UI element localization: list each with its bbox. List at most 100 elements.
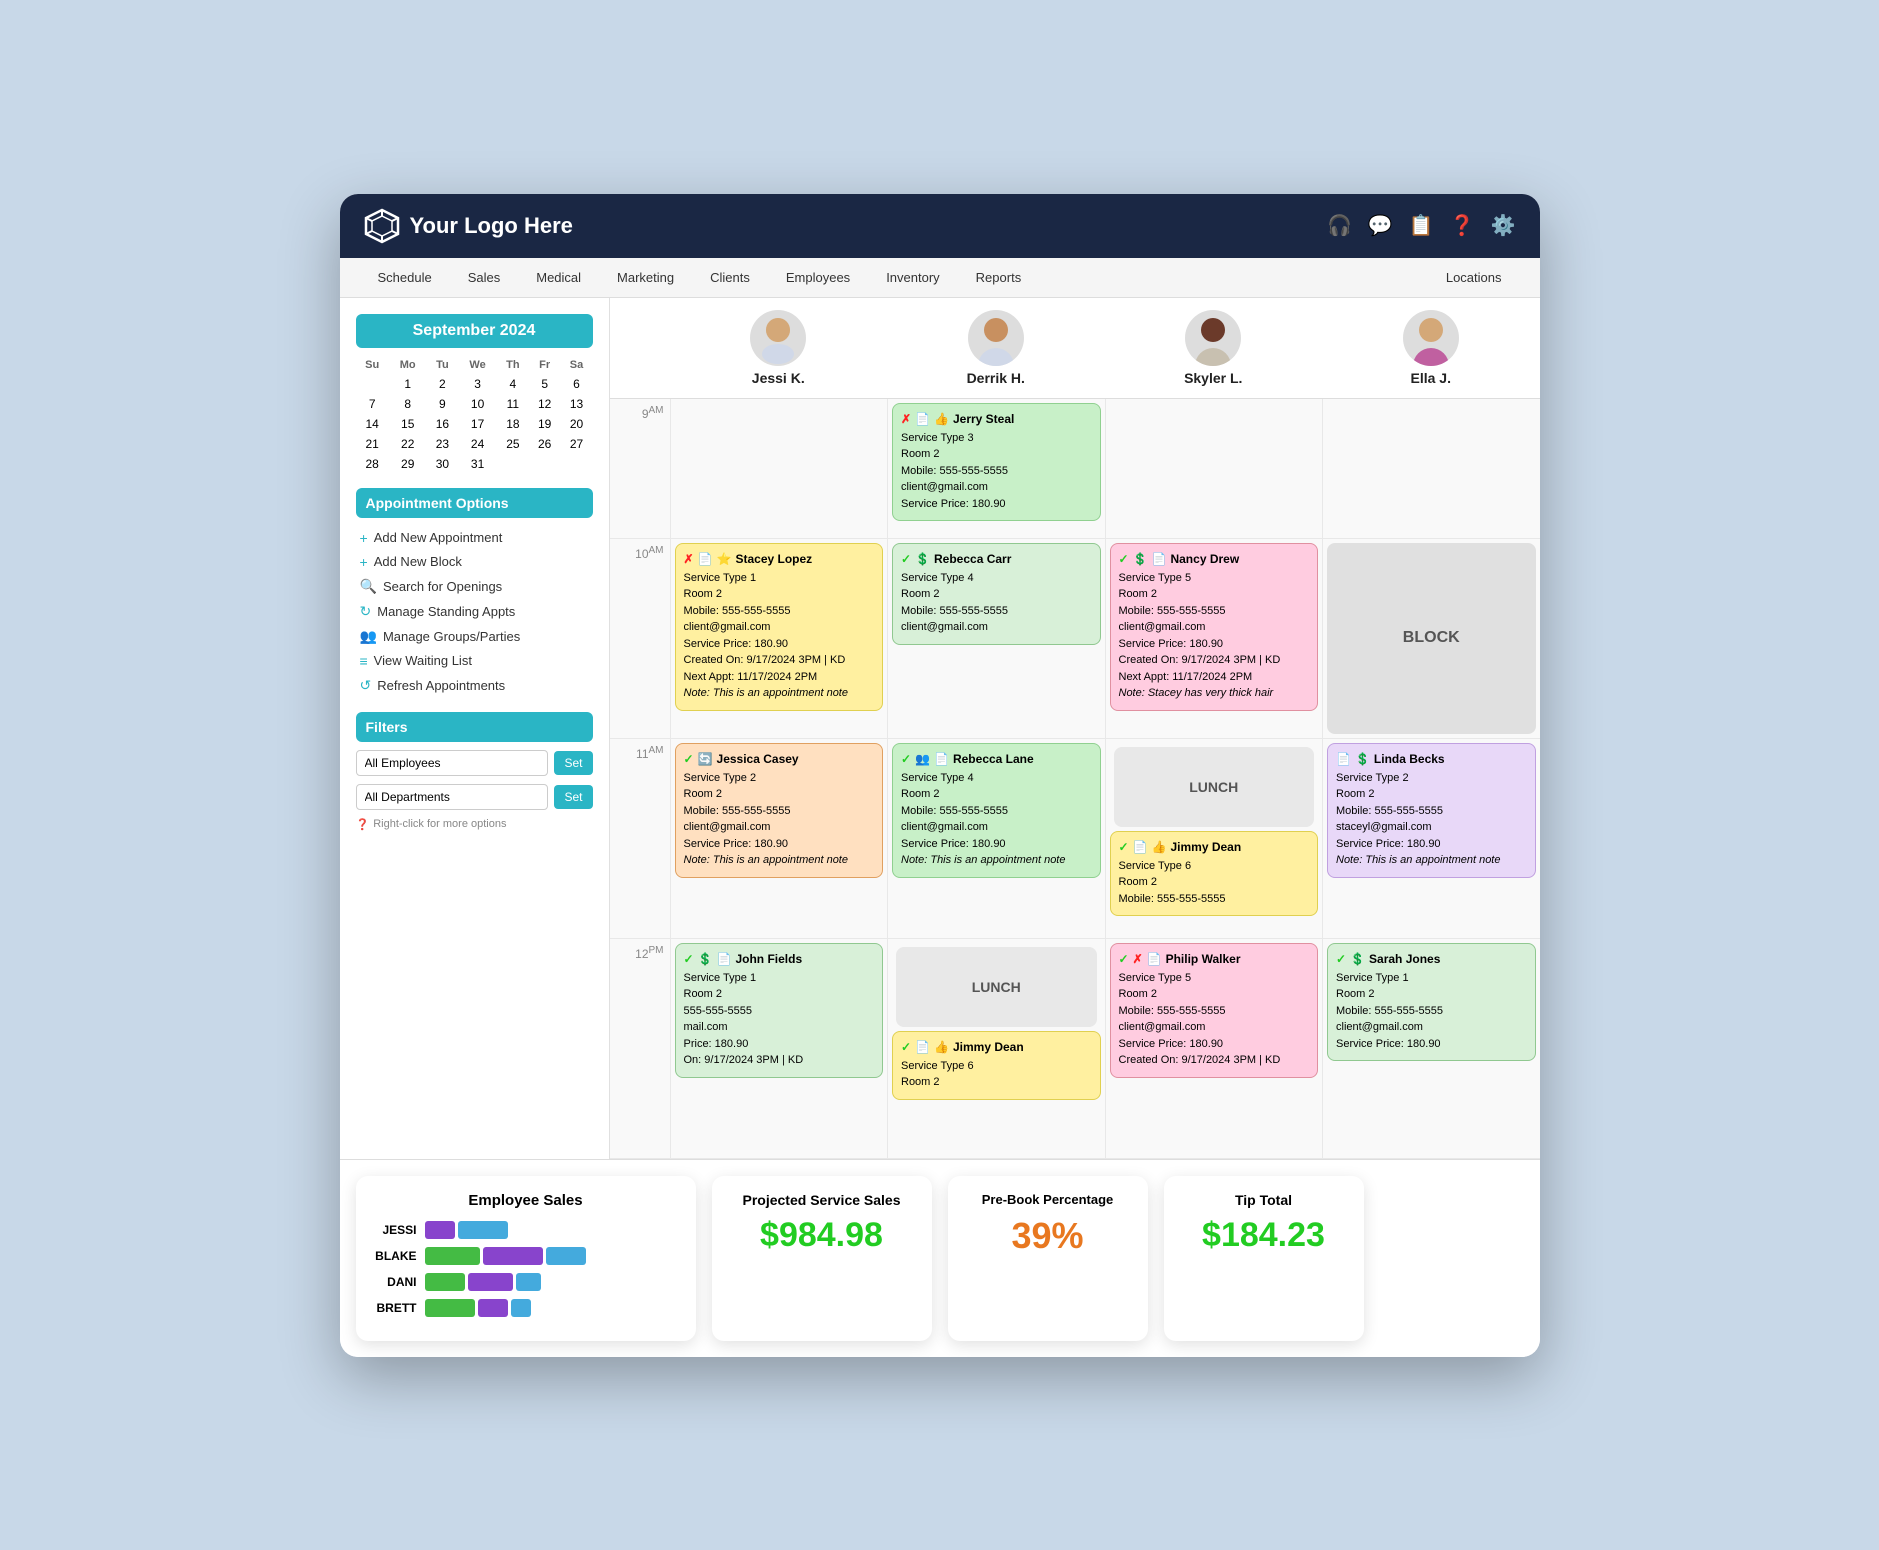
cell-ella-10am: BLOCK <box>1322 539 1540 738</box>
cal-date[interactable]: 5 <box>529 374 561 394</box>
nav-schedule[interactable]: Schedule <box>360 258 450 297</box>
add-new-appointment[interactable]: + Add New Appointment <box>356 526 593 550</box>
chat-icon[interactable]: 💬 <box>1368 213 1393 238</box>
nav-marketing[interactable]: Marketing <box>599 258 692 297</box>
appt-name-stacey: Stacey Lopez <box>735 552 812 566</box>
employee-set-button[interactable]: Set <box>554 751 592 775</box>
appt-jimmy-dean-11[interactable]: ✓ 📄 👍 Jimmy Dean Service Type 6Room 2Mob… <box>1110 831 1319 917</box>
cal-date[interactable]: 18 <box>497 414 529 434</box>
employee-filter-input[interactable] <box>356 750 549 776</box>
cal-day-sa: Sa <box>561 356 593 374</box>
cal-date[interactable] <box>356 374 389 394</box>
appt-john-fields[interactable]: ✓ 💲 📄 John Fields Service Type 1Room 255… <box>675 943 884 1078</box>
manage-standing-appts[interactable]: ↻ Manage Standing Appts <box>356 599 593 624</box>
time-label-10am: 10AM <box>610 539 670 738</box>
appt-rebecca-carr[interactable]: ✓ 💲 Rebecca Carr Service Type 4Room 2Mob… <box>892 543 1101 645</box>
badge-doc-rebecal: 📄 <box>934 752 949 766</box>
appt-body-rebecal: Service Type 4Room 2Mobile: 555-555-5555… <box>901 770 1092 869</box>
plus-icon-2: + <box>360 554 368 570</box>
badge-doc-john: 📄 <box>717 952 732 966</box>
cal-date[interactable]: 19 <box>529 414 561 434</box>
view-waiting-list[interactable]: ≡ View Waiting List <box>356 649 593 673</box>
add-appointment-label: Add New Appointment <box>374 530 503 545</box>
cal-date[interactable]: 22 <box>389 434 427 454</box>
filters-header: Filters <box>356 712 593 742</box>
sales-row-dani: DANI <box>372 1273 680 1291</box>
cal-date[interactable]: 26 <box>529 434 561 454</box>
badge-doc-2: 📄 <box>698 552 713 566</box>
nav-employees[interactable]: Employees <box>768 258 868 297</box>
refresh-label: Refresh Appointments <box>377 678 505 693</box>
cell-ella-11am: 📄 💲 Linda Becks Service Type 2Room 2Mobi… <box>1322 739 1540 938</box>
sales-name-brett: BRETT <box>372 1301 417 1315</box>
cal-date[interactable]: 7 <box>356 394 389 414</box>
nav-locations[interactable]: Locations <box>1428 258 1520 297</box>
cal-date[interactable]: 1 <box>389 374 427 394</box>
nav-bar: Schedule Sales Medical Marketing Clients… <box>340 258 1540 298</box>
bar-jessi-2 <box>458 1221 508 1239</box>
headset-icon[interactable]: 🎧 <box>1327 213 1352 238</box>
department-set-button[interactable]: Set <box>554 785 592 809</box>
cal-day-mo: Mo <box>389 356 427 374</box>
cal-date[interactable]: 24 <box>458 434 497 454</box>
cal-date[interactable]: 20 <box>561 414 593 434</box>
cal-date[interactable]: 29 <box>389 454 427 474</box>
department-filter-input[interactable] <box>356 784 549 810</box>
cal-date[interactable]: 13 <box>561 394 593 414</box>
appt-linda-becks[interactable]: 📄 💲 Linda Becks Service Type 2Room 2Mobi… <box>1327 743 1536 878</box>
cal-date[interactable]: 25 <box>497 434 529 454</box>
cal-date[interactable]: 11 <box>497 394 529 414</box>
cal-date[interactable]: 15 <box>389 414 427 434</box>
sales-name-dani: DANI <box>372 1275 417 1289</box>
appt-stacey-lopez[interactable]: ✗ 📄 ⭐ Stacey Lopez Service Type 1Room 2M… <box>675 543 884 711</box>
cal-date[interactable]: 23 <box>427 434 459 454</box>
cal-date[interactable]: 21 <box>356 434 389 454</box>
clipboard-icon[interactable]: 📋 <box>1409 213 1434 238</box>
settings-icon[interactable]: ⚙️ <box>1491 213 1516 238</box>
appt-rebecca-lane[interactable]: ✓ 👥 📄 Rebecca Lane Service Type 4Room 2M… <box>892 743 1101 878</box>
cal-date[interactable]: 31 <box>458 454 497 474</box>
nav-sales[interactable]: Sales <box>450 258 519 297</box>
badge-dollar-john: 💲 <box>698 952 713 966</box>
help-icon[interactable]: ❓ <box>1450 213 1475 238</box>
nav-inventory[interactable]: Inventory <box>868 258 957 297</box>
cal-date[interactable]: 8 <box>389 394 427 414</box>
cal-date[interactable]: 6 <box>561 374 593 394</box>
search-openings[interactable]: 🔍 Search for Openings <box>356 574 593 599</box>
department-filter-row: Set <box>356 784 593 810</box>
add-block-label: Add New Block <box>374 554 462 569</box>
cal-date[interactable]: 12 <box>529 394 561 414</box>
appt-philip-walker[interactable]: ✓ ✗ 📄 Philip Walker Service Type 5Room 2… <box>1110 943 1319 1078</box>
nav-reports[interactable]: Reports <box>958 258 1040 297</box>
prebook-title: Pre-Book Percentage <box>964 1192 1132 1207</box>
cal-date[interactable]: 30 <box>427 454 459 474</box>
nav-clients[interactable]: Clients <box>692 258 768 297</box>
cal-date[interactable]: 16 <box>427 414 459 434</box>
cal-date[interactable]: 28 <box>356 454 389 474</box>
refresh-appointments[interactable]: ↺ Refresh Appointments <box>356 673 593 698</box>
manage-groups[interactable]: 👥 Manage Groups/Parties <box>356 624 593 649</box>
cal-day-su: Su <box>356 356 389 374</box>
avatar-jessi-img <box>750 310 806 366</box>
appt-nancy-drew[interactable]: ✓ 💲 📄 Nancy Drew Service Type 5Room 2Mob… <box>1110 543 1319 711</box>
appt-sarah-jones[interactable]: ✓ 💲 Sarah Jones Service Type 1Room 2Mobi… <box>1327 943 1536 1062</box>
appt-jessica-casey[interactable]: ✓ 🔄 Jessica Casey Service Type 2Room 2Mo… <box>675 743 884 878</box>
cal-date[interactable]: 3 <box>458 374 497 394</box>
appt-jimmy-dean-12[interactable]: ✓ 📄 👍 Jimmy Dean Service Type 6Room 2 <box>892 1031 1101 1100</box>
nav-medical[interactable]: Medical <box>518 258 599 297</box>
cal-date[interactable]: 14 <box>356 414 389 434</box>
cal-date[interactable]: 10 <box>458 394 497 414</box>
cal-date[interactable]: 17 <box>458 414 497 434</box>
time-row-9am: 9AM ✗ 📄 👍 Jerry Steal <box>610 399 1540 539</box>
question-icon: ❓ <box>356 818 370 831</box>
badge-thumb-jimmy11: 👍 <box>1152 840 1167 854</box>
cal-date[interactable]: 2 <box>427 374 459 394</box>
cal-date[interactable]: 4 <box>497 374 529 394</box>
cal-date[interactable]: 9 <box>427 394 459 414</box>
appt-name-jessica: Jessica Casey <box>717 752 799 766</box>
appt-header-rebecca: ✓ 💲 Rebecca Carr <box>901 552 1092 566</box>
appt-jerry-steal[interactable]: ✗ 📄 👍 Jerry Steal Service Type 3Room 2Mo… <box>892 403 1101 522</box>
add-new-block[interactable]: + Add New Block <box>356 550 593 574</box>
badge-x-linda: 💲 <box>1355 752 1370 766</box>
cal-date[interactable]: 27 <box>561 434 593 454</box>
